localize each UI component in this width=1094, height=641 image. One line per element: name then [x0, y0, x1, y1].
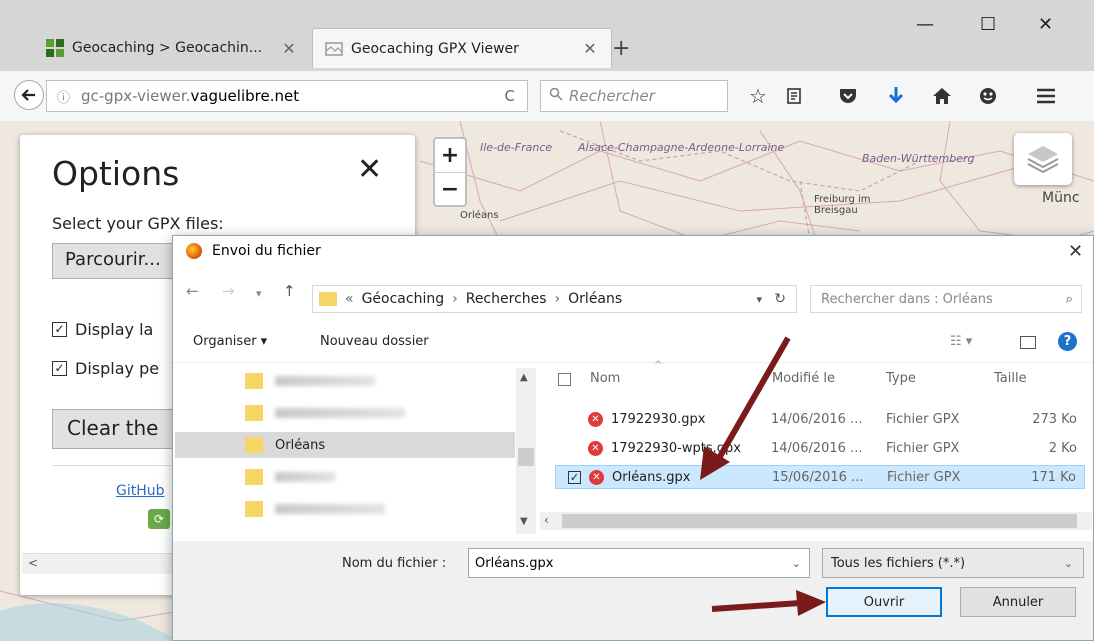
annotation-arrows [700, 336, 826, 616]
arrow-to-selected-file-icon [700, 336, 791, 480]
arrow-to-open-button-icon [711, 590, 826, 616]
